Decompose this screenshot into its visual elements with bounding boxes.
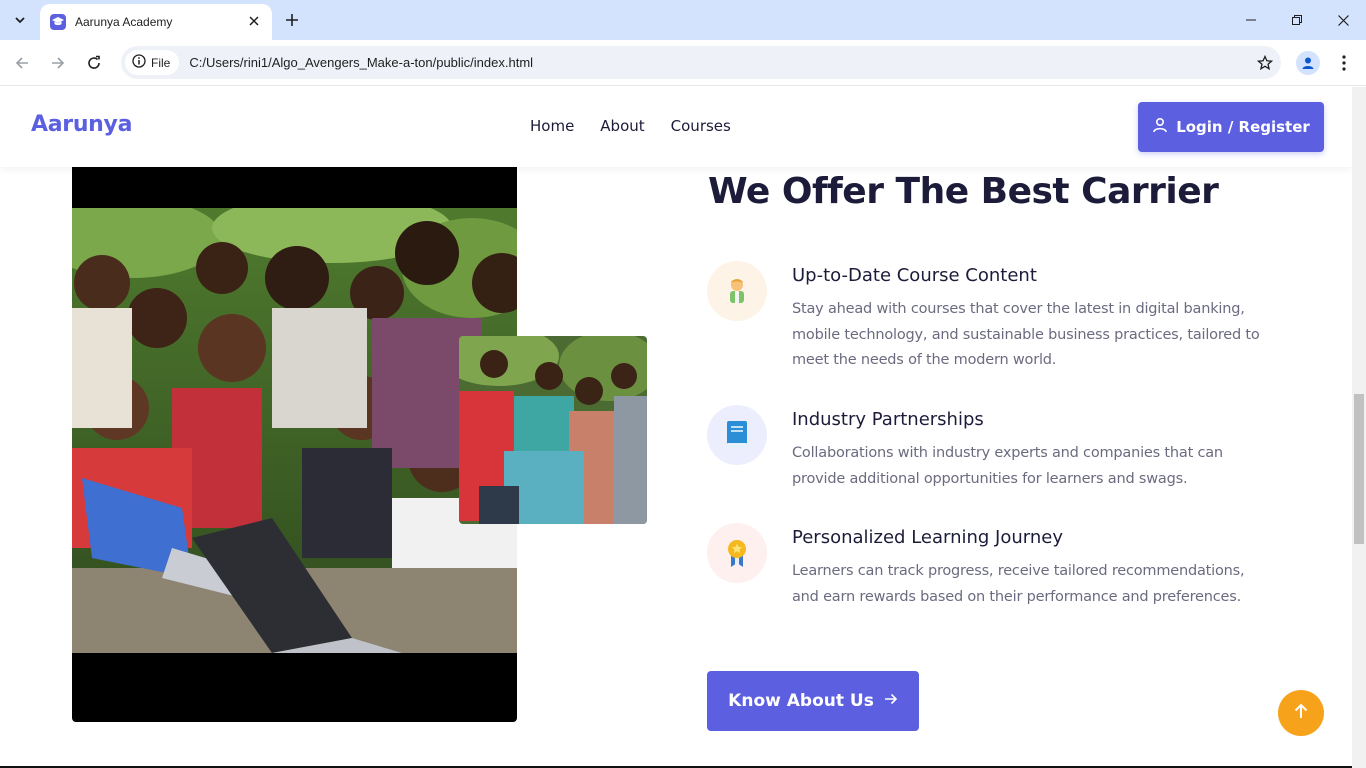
brand-logo[interactable]: Aarunya [31, 112, 132, 137]
medal-icon [707, 523, 767, 583]
academy-favicon-icon [50, 14, 66, 30]
scrollbar-thumb[interactable] [1354, 394, 1364, 544]
page-viewport: Aarunya Home About Courses Login / Regis… [0, 87, 1366, 768]
browser-tab[interactable]: Aarunya Academy [40, 4, 272, 40]
feature-title: Personalized Learning Journey [792, 527, 1064, 548]
browser-toolbar: File C:/Users/rini1/Algo_Avengers_Make-a… [0, 40, 1366, 86]
know-about-us-button[interactable]: Know About Us [707, 671, 919, 731]
profile-icon[interactable] [1296, 51, 1320, 75]
nav-home[interactable]: Home [530, 117, 574, 135]
nav-about[interactable]: About [600, 117, 644, 135]
login-register-label: Login / Register [1176, 118, 1310, 136]
browser-tab-strip: Aarunya Academy [0, 0, 1366, 40]
login-register-button[interactable]: Login / Register [1138, 102, 1324, 152]
kebab-menu-icon[interactable] [1332, 51, 1356, 75]
forward-icon[interactable] [46, 51, 70, 75]
feature-description: Learners can track progress, receive tai… [792, 563, 1245, 605]
students-photo [72, 208, 517, 653]
close-window-icon[interactable] [1320, 0, 1366, 40]
close-icon[interactable] [246, 14, 262, 30]
book-icon [707, 405, 767, 465]
students-laptops-image [72, 127, 517, 722]
site-header: Aarunya Home About Courses Login / Regis… [0, 87, 1352, 167]
user-icon [1152, 117, 1176, 137]
know-about-us-label: Know About Us [728, 691, 874, 711]
plus-icon[interactable] [280, 8, 304, 32]
restore-icon[interactable] [1274, 0, 1320, 40]
feature-title: Up-to-Date Course Content [792, 265, 1037, 286]
info-icon [132, 53, 146, 72]
student-icon [707, 261, 767, 321]
address-bar[interactable]: File C:/Users/rini1/Algo_Avengers_Make-a… [121, 46, 1281, 79]
url-text[interactable]: C:/Users/rini1/Algo_Avengers_Make-a-ton/… [189, 55, 1249, 70]
group-phones-image [459, 336, 647, 524]
reload-icon[interactable] [82, 51, 106, 75]
nav-courses[interactable]: Courses [671, 117, 731, 135]
arrow-up-icon [1292, 702, 1310, 724]
minimize-icon[interactable] [1228, 0, 1274, 40]
scroll-to-top-button[interactable] [1278, 690, 1324, 736]
main-nav: Home About Courses [530, 117, 757, 135]
tab-title: Aarunya Academy [75, 15, 173, 29]
feature-description: Stay ahead with courses that cover the l… [792, 301, 1260, 368]
section-headline: We Offer The Best Carrier [708, 171, 1219, 212]
file-chip-label: File [151, 55, 171, 70]
star-icon[interactable] [1249, 54, 1281, 71]
feature-description: Collaborations with industry experts and… [792, 445, 1223, 487]
arrow-right-icon [874, 691, 898, 711]
site-info-chip[interactable]: File [125, 50, 180, 75]
feature-title: Industry Partnerships [792, 409, 984, 430]
tab-search-icon[interactable] [6, 7, 34, 33]
back-icon[interactable] [10, 51, 34, 75]
